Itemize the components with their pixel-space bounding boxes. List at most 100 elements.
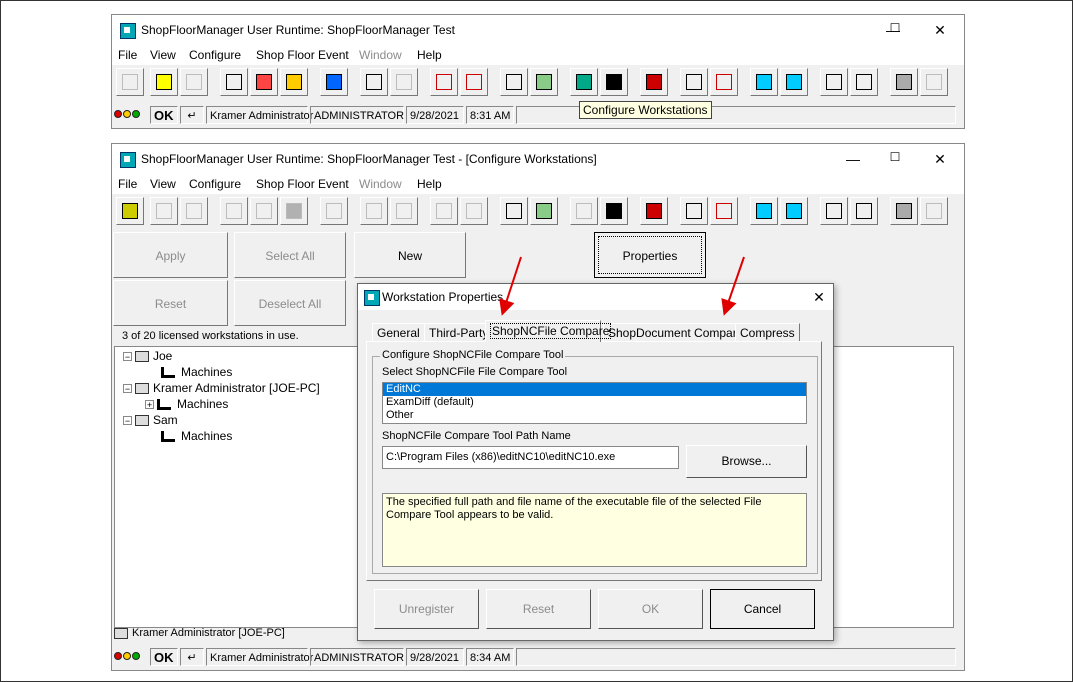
toolbar-matrix-button[interactable]	[360, 197, 388, 225]
expand-icon[interactable]: +	[145, 400, 154, 410]
toolbar-groups-button[interactable]	[710, 197, 738, 225]
close-button[interactable]: ✕	[929, 149, 951, 169]
toolbar-calendar-button[interactable]	[320, 197, 348, 225]
toolbar-files-button[interactable]	[280, 68, 308, 96]
toolbar-matrix-button[interactable]	[360, 68, 388, 96]
menu-view[interactable]: View	[150, 177, 176, 191]
toolbar-report-button[interactable]	[250, 68, 278, 96]
status-enter-icon: ↵	[180, 106, 204, 124]
toolbar-grid-button[interactable]	[500, 68, 528, 96]
menu-shop-floor-event[interactable]: Shop Floor Event	[256, 177, 349, 191]
toolbar-tools-disabled-button[interactable]	[920, 68, 948, 96]
menu-window[interactable]: Window	[359, 177, 402, 191]
toolbar-copy-button[interactable]	[220, 68, 248, 96]
toolbar-numbering-button[interactable]	[780, 197, 808, 225]
tab-compress[interactable]: Compress	[735, 323, 800, 341]
menu-help[interactable]: Help	[417, 177, 442, 191]
collapse-icon[interactable]: −	[123, 416, 132, 426]
toolbar-tools-disabled-button[interactable]	[920, 197, 948, 225]
menu-window[interactable]: Window	[359, 48, 402, 62]
dialog-close-button[interactable]: ✕	[808, 287, 830, 307]
toolbar-card-button[interactable]	[820, 68, 848, 96]
toolbar-network-button[interactable]	[640, 197, 668, 225]
list-item[interactable]: ExamDiff (default)	[383, 396, 806, 409]
tree-node-machines[interactable]: Machines	[161, 365, 232, 379]
toolbar-tools-button[interactable]	[890, 197, 918, 225]
reset-button[interactable]: Reset	[486, 589, 591, 629]
toolbar-tools-button[interactable]	[890, 68, 918, 96]
maximize-button[interactable]: ☐	[884, 147, 906, 167]
toolbar-card-button[interactable]	[820, 197, 848, 225]
toolbar-report-button[interactable]	[250, 197, 278, 225]
unregister-button[interactable]: Unregister	[374, 589, 479, 629]
deselect-all-button[interactable]: Deselect All	[234, 280, 346, 326]
tree-node-machines[interactable]: + Machines	[145, 397, 228, 411]
toolbar-list-button[interactable]	[390, 197, 418, 225]
maximize-button[interactable]: ☐	[884, 18, 906, 38]
tree-node-workstation[interactable]: − Kramer Administrator [JOE-PC]	[123, 381, 320, 395]
menu-view[interactable]: View	[150, 48, 176, 62]
list-item[interactable]: EditNC	[383, 383, 806, 396]
menu-help[interactable]: Help	[417, 48, 442, 62]
select-all-button[interactable]: Select All	[234, 232, 346, 278]
selected-workstation-bar: Kramer Administrator [JOE-PC]	[114, 627, 285, 639]
toolbar-machines-button[interactable]	[600, 68, 628, 96]
toolbar-cards-button[interactable]	[850, 197, 878, 225]
collapse-icon[interactable]: −	[123, 384, 132, 394]
new-button[interactable]: New	[354, 232, 466, 278]
toolbar-exit-button[interactable]	[116, 68, 144, 96]
menu-file[interactable]: File	[118, 177, 137, 191]
toolbar-help-button[interactable]	[750, 68, 778, 96]
toolbar-list-button[interactable]	[390, 68, 418, 96]
toolbar-help-button[interactable]	[750, 197, 778, 225]
tab-third-party[interactable]: Third-Party	[424, 323, 494, 341]
toolbar-groups-button[interactable]	[710, 68, 738, 96]
collapse-icon[interactable]: −	[123, 352, 132, 362]
close-button[interactable]: ✕	[929, 20, 951, 40]
tree-node-workstation[interactable]: − Joe	[123, 349, 172, 363]
tab-shopncfile-compare[interactable]: ShopNCFile Compare	[485, 320, 612, 342]
properties-button[interactable]: Properties	[594, 232, 706, 278]
browse-button[interactable]: Browse...	[686, 445, 807, 478]
toolbar-calendar-button[interactable]	[320, 68, 348, 96]
toolbar-bars-button[interactable]	[530, 68, 558, 96]
tab-shopdocument-compare[interactable]: ShopDocument Compare	[603, 323, 749, 341]
tool-path-field[interactable]: C:\Program Files (x86)\editNC10\editNC10…	[382, 446, 679, 469]
toolbar-bars-button[interactable]	[530, 197, 558, 225]
toolbar-users-button[interactable]	[680, 197, 708, 225]
dialog-icon	[364, 290, 380, 306]
toolbar-check-button[interactable]	[430, 68, 458, 96]
tab-general[interactable]: General	[372, 323, 425, 341]
toolbar-network-button[interactable]	[640, 68, 668, 96]
tree-node-workstation[interactable]: − Sam	[123, 413, 178, 427]
toolbar-chart-button[interactable]	[150, 68, 178, 96]
menu-configure[interactable]: Configure	[189, 48, 241, 62]
toolbar-check2-button[interactable]	[460, 68, 488, 96]
menu-file[interactable]: File	[118, 48, 137, 62]
minimize-button[interactable]: —	[842, 149, 864, 169]
toolbar-copy-button[interactable]	[220, 197, 248, 225]
toolbar-configure-workstations-button[interactable]	[570, 68, 598, 96]
menu-shop-floor-event[interactable]: Shop Floor Event	[256, 48, 349, 62]
toolbar-check2-button[interactable]	[460, 197, 488, 225]
cancel-button[interactable]: Cancel	[710, 589, 815, 629]
toolbar-machines-button[interactable]	[600, 197, 628, 225]
list-item[interactable]: Other	[383, 409, 806, 422]
toolbar-files-button[interactable]	[280, 197, 308, 225]
ok-button[interactable]: OK	[598, 589, 703, 629]
toolbar-numbering-button[interactable]	[780, 68, 808, 96]
toolbar-search-button[interactable]	[180, 197, 208, 225]
toolbar-grid-button[interactable]	[500, 197, 528, 225]
toolbar-users-button[interactable]	[680, 68, 708, 96]
menu-configure[interactable]: Configure	[189, 177, 241, 191]
toolbar-search-button[interactable]	[180, 68, 208, 96]
toolbar-exit-button[interactable]	[116, 197, 144, 225]
compare-tool-listbox[interactable]: EditNC ExamDiff (default) Other	[382, 382, 807, 424]
toolbar-chart-button[interactable]	[150, 197, 178, 225]
apply-button[interactable]: Apply	[113, 232, 228, 278]
toolbar-check-button[interactable]	[430, 197, 458, 225]
reset-button[interactable]: Reset	[113, 280, 228, 326]
toolbar-cards-button[interactable]	[850, 68, 878, 96]
tree-node-machines[interactable]: Machines	[161, 429, 232, 443]
toolbar-configure-workstations-button[interactable]	[570, 197, 598, 225]
